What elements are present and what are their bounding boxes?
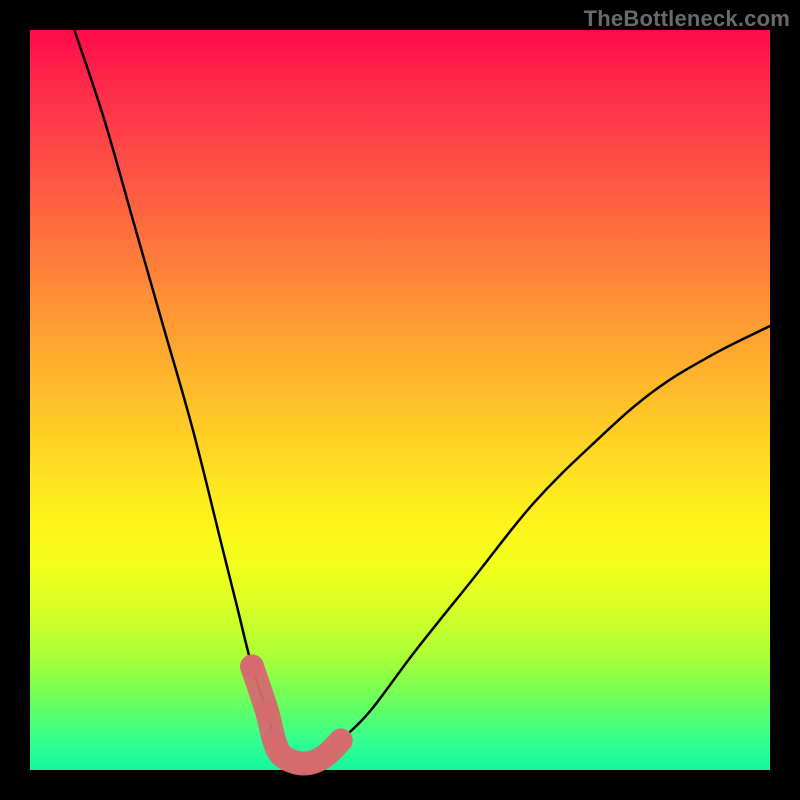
highlight-dot xyxy=(256,700,278,722)
plot-area xyxy=(30,30,770,770)
highlight-dot xyxy=(241,655,263,677)
bottleneck-curve xyxy=(74,30,770,764)
curve-layer xyxy=(30,30,770,770)
highlight-dot xyxy=(330,729,352,751)
watermark-text: TheBottleneck.com xyxy=(584,6,790,32)
chart-frame: TheBottleneck.com xyxy=(0,0,800,800)
